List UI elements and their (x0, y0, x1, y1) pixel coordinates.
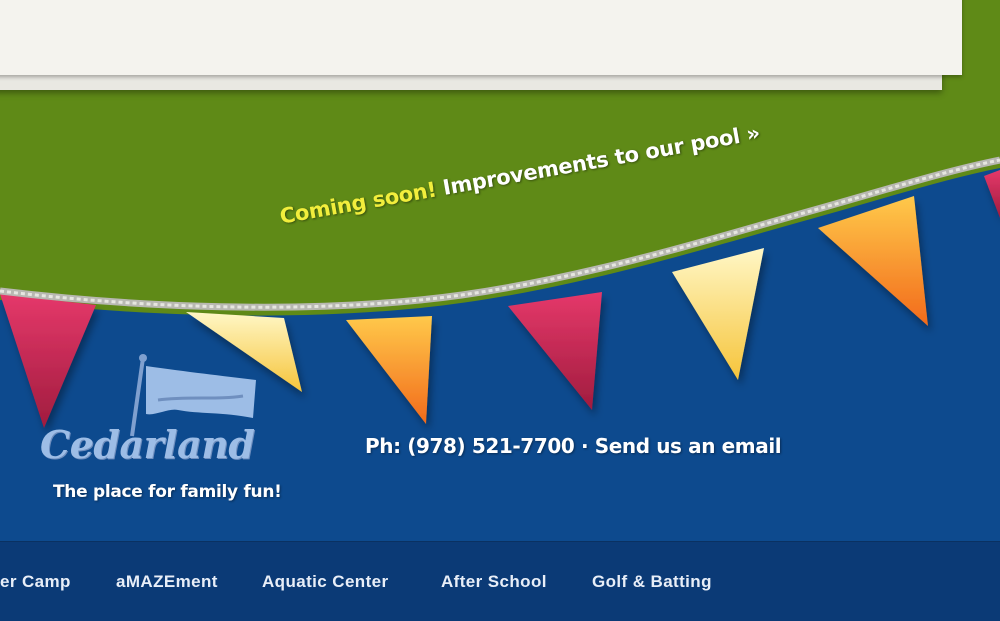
nav-item-aquatic-center[interactable]: Aquatic Center (262, 572, 389, 592)
main-nav: er Camp aMAZEment Aquatic Center After S… (0, 541, 1000, 621)
contact-separator: · (580, 434, 589, 458)
nav-item-summer-camp[interactable]: er Camp (0, 572, 71, 592)
brand-tagline: The place for family fun! (53, 482, 282, 502)
pennant-banner (0, 156, 1000, 620)
contact-line: Ph: (978) 521-7700 · Send us an email (365, 434, 782, 458)
phone-number: Ph: (978) 521-7700 (365, 434, 575, 458)
nav-item-after-school[interactable]: After School (441, 572, 547, 592)
header-scene: Coming soon! Improvements to our pool » … (0, 0, 1000, 621)
email-link[interactable]: Send us an email (595, 434, 782, 458)
brand-name[interactable]: Cedarland (40, 422, 255, 467)
nav-item-amazement[interactable]: aMAZEment (116, 572, 218, 592)
nav-item-golf-batting[interactable]: Golf & Batting (592, 572, 712, 592)
